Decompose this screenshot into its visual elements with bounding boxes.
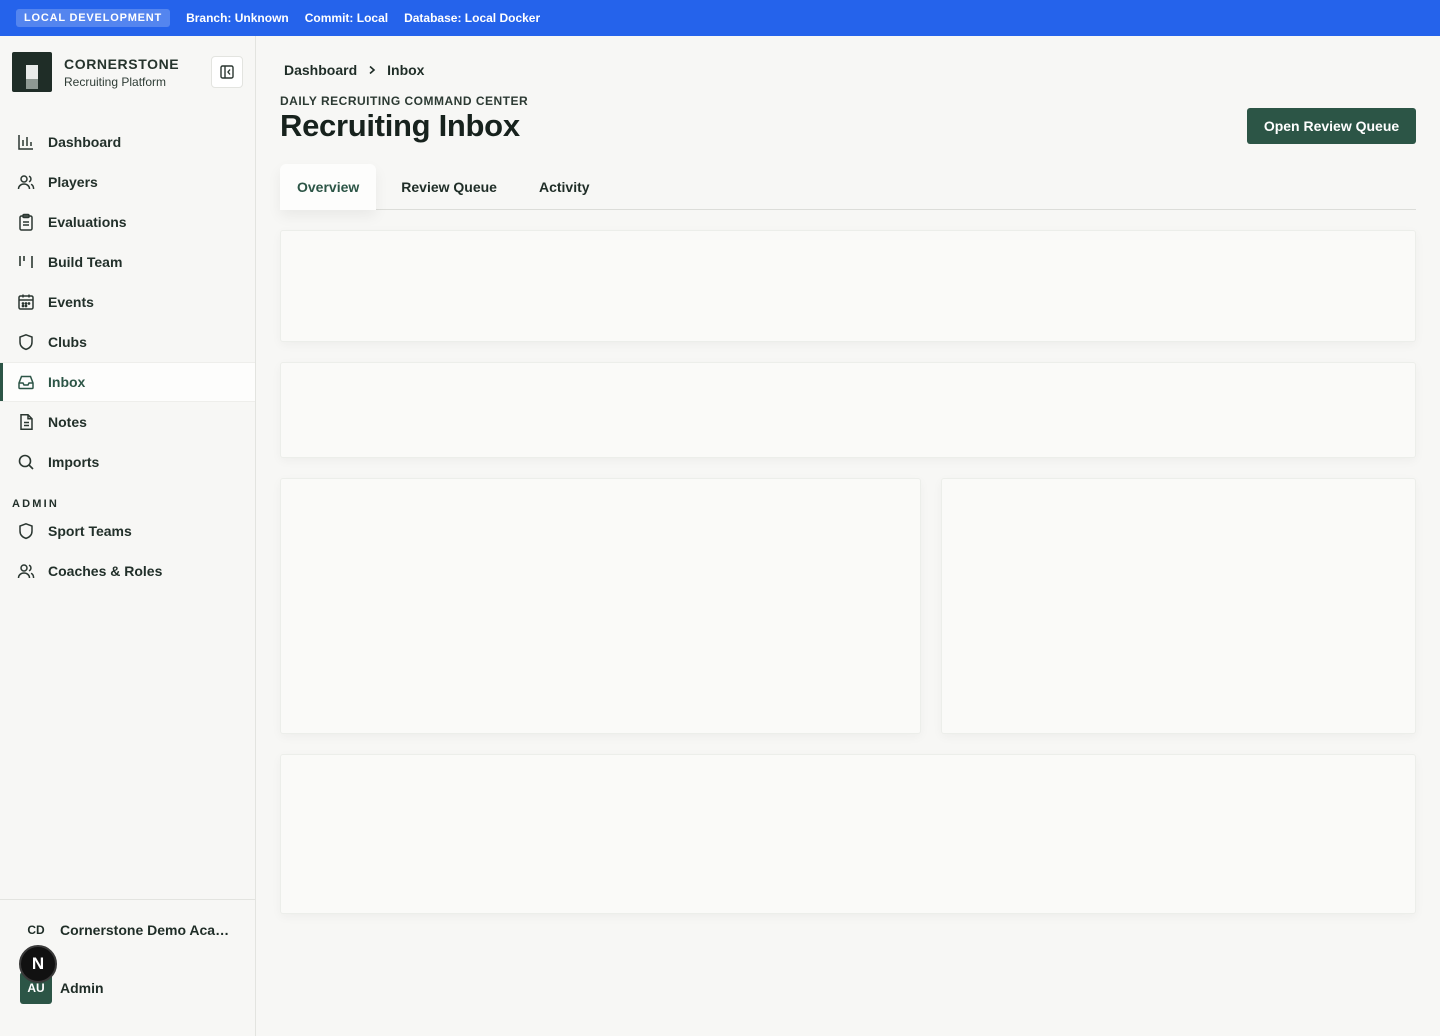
columns-icon (16, 252, 36, 272)
nav-label: Coaches & Roles (48, 563, 163, 579)
calendar-icon (16, 292, 36, 312)
brand[interactable]: CORNERSTONE Recruiting Platform (12, 52, 179, 92)
tab-bar: Overview Review Queue Activity (280, 164, 1416, 210)
loading-card (280, 754, 1416, 914)
database-info: Database: Local Docker (404, 11, 541, 25)
inbox-icon (16, 372, 36, 392)
users-icon (16, 172, 36, 192)
environment-bar: LOCAL DEVELOPMENT Branch: Unknown Commit… (0, 0, 1440, 36)
nav-item-evaluations[interactable]: Evaluations (0, 202, 255, 242)
nav-item-sport-teams[interactable]: Sport Teams (0, 511, 255, 551)
sidebar: CORNERSTONE Recruiting Platform Dashboar… (0, 36, 256, 1036)
brand-name: CORNERSTONE (64, 55, 180, 72)
nav-label: Evaluations (48, 214, 127, 230)
nav-label: Notes (48, 414, 87, 430)
nav-item-events[interactable]: Events (0, 282, 255, 322)
tab-overview[interactable]: Overview (280, 164, 377, 210)
users-icon (16, 561, 36, 581)
brand-logo (12, 52, 52, 92)
user-name: Admin (60, 980, 104, 996)
nav-label: Imports (48, 454, 100, 470)
loading-card (280, 478, 921, 734)
commit-info: Commit: Local (304, 11, 389, 25)
bar-chart-icon (16, 132, 36, 152)
collapse-sidebar-button[interactable] (211, 56, 243, 88)
admin-section-label: ADMIN (12, 498, 60, 510)
breadcrumb-dashboard[interactable]: Dashboard (284, 62, 357, 78)
shield-icon (16, 332, 36, 352)
nav-item-build-team[interactable]: Build Team (0, 242, 255, 282)
dev-tools-badge[interactable]: N (19, 945, 57, 983)
nav-item-inbox[interactable]: Inbox (0, 362, 255, 402)
nav-item-notes[interactable]: Notes (0, 402, 255, 442)
search-icon (16, 452, 36, 472)
breadcrumb-current: Inbox (387, 62, 425, 78)
admin-nav: Sport Teams Coaches & Roles (0, 511, 255, 591)
branch-info: Branch: Unknown (186, 11, 289, 25)
nav-label: Inbox (48, 374, 86, 390)
nav-label: Sport Teams (48, 523, 132, 539)
org-switcher[interactable]: CD Cornerstone Demo Academy (20, 922, 235, 938)
file-text-icon (16, 412, 36, 432)
nav-item-dashboard[interactable]: Dashboard (0, 122, 255, 162)
clipboard-icon (16, 212, 36, 232)
open-review-queue-button[interactable]: Open Review Queue (1247, 108, 1416, 144)
brand-subtitle: Recruiting Platform (64, 74, 167, 89)
nav-item-imports[interactable]: Imports (0, 442, 255, 482)
breadcrumb: Dashboard Inbox (284, 62, 424, 78)
nav-label: Clubs (48, 334, 87, 350)
sidebar-footer: CD Cornerstone Demo Academy AU Admin N (0, 899, 255, 1036)
page-eyebrow: DAILY RECRUITING COMMAND CENTER (280, 94, 529, 108)
nav-item-players[interactable]: Players (0, 162, 255, 202)
loading-card (280, 230, 1416, 342)
nav-item-clubs[interactable]: Clubs (0, 322, 255, 362)
nav-label: Build Team (48, 254, 123, 270)
shield-icon (16, 521, 36, 541)
tab-review-queue[interactable]: Review Queue (384, 164, 514, 210)
org-initials: CD (27, 923, 45, 937)
sidebar-collapse-icon (220, 65, 234, 79)
org-name: Cornerstone Demo Academy (60, 922, 235, 938)
nav-label: Dashboard (48, 134, 122, 150)
main-nav: Dashboard Players Evaluations Build Team… (0, 122, 255, 482)
tab-activity[interactable]: Activity (522, 164, 607, 210)
chevron-right-icon (367, 65, 377, 75)
page-title: Recruiting Inbox (280, 108, 520, 143)
environment-badge: LOCAL DEVELOPMENT (16, 9, 171, 27)
nav-item-coaches-roles[interactable]: Coaches & Roles (0, 551, 255, 591)
nav-label: Players (48, 174, 98, 190)
loading-card (280, 362, 1416, 458)
loading-card (941, 478, 1416, 734)
nav-label: Events (48, 294, 94, 310)
